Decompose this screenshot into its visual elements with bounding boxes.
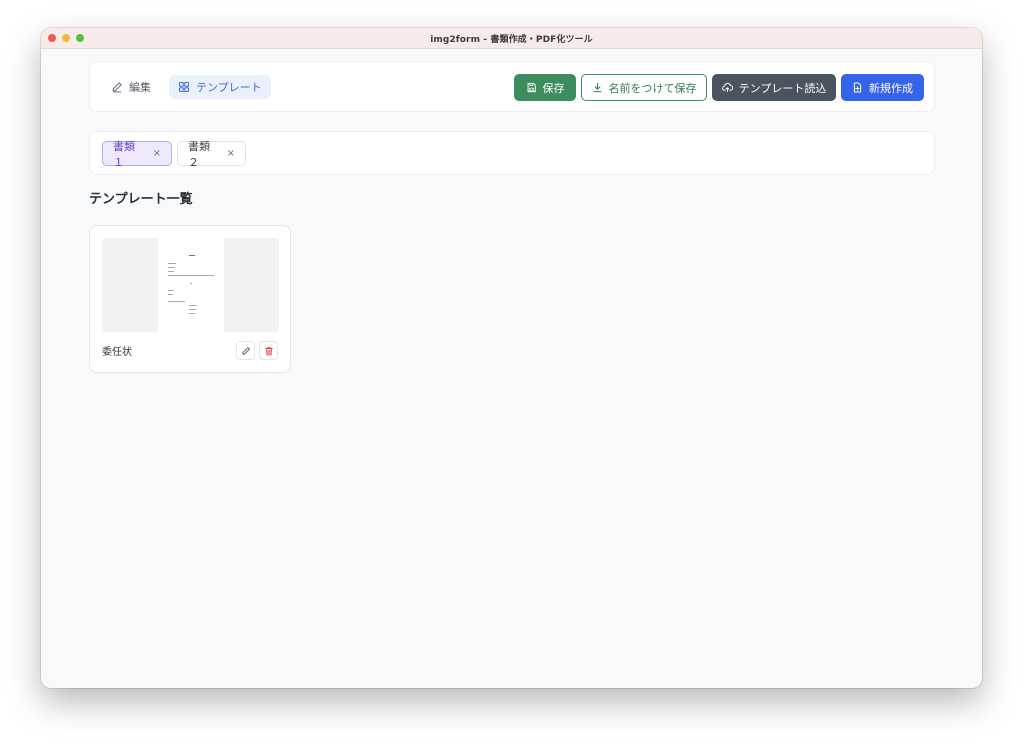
file-plus-icon: [853, 82, 862, 93]
document-tab-1[interactable]: 書類１ ×: [102, 140, 172, 169]
document-thumbnail-page: [158, 238, 224, 332]
pencil-icon: [112, 82, 122, 93]
mode-edit-label: 編集: [129, 81, 151, 94]
mode-edit-button[interactable]: 編集: [102, 75, 160, 99]
edit-template-button[interactable]: [236, 341, 255, 360]
main-toolbar: 編集 テンプレート 保存 名前をつけて保存 テンプレート読込 新規作成: [89, 61, 935, 112]
trash-icon: [264, 346, 273, 355]
title-bar: img2form - 書類作成・PDF化ツール: [41, 28, 982, 49]
app-window: img2form - 書類作成・PDF化ツール 編集 テンプレート 保存 名前を…: [41, 28, 982, 688]
save-icon: [527, 82, 536, 93]
window-controls: [48, 34, 84, 42]
grid-icon: [178, 81, 190, 93]
template-list-title: テンプレート一覧: [89, 192, 193, 207]
window-title: img2form - 書類作成・PDF化ツール: [430, 34, 593, 45]
mode-template-button[interactable]: テンプレート: [169, 75, 271, 99]
save-label: 保存: [542, 81, 565, 95]
save-button[interactable]: 保存: [514, 74, 576, 101]
document-tab-label: 書類２: [188, 139, 210, 169]
load-template-button[interactable]: テンプレート読込: [712, 74, 836, 101]
new-document-button[interactable]: 新規作成: [841, 74, 924, 101]
close-window-button[interactable]: [48, 34, 56, 42]
minimize-window-button[interactable]: [62, 34, 70, 42]
close-tab-icon[interactable]: ×: [227, 148, 235, 159]
save-as-button[interactable]: 名前をつけて保存: [581, 74, 707, 101]
template-thumbnail[interactable]: [102, 238, 279, 332]
new-document-label: 新規作成: [869, 81, 913, 95]
document-tab-bar: 書類１ × 書類２ ×: [89, 131, 935, 175]
download-icon: [593, 82, 601, 93]
delete-template-button[interactable]: [259, 341, 278, 360]
template-card[interactable]: 委任状: [89, 225, 291, 373]
document-tab-2[interactable]: 書類２ ×: [177, 140, 246, 169]
mode-template-label: テンプレート: [196, 81, 262, 94]
close-tab-icon[interactable]: ×: [153, 148, 161, 159]
cloud-upload-icon: [721, 83, 733, 93]
document-tab-label: 書類１: [113, 139, 135, 169]
pencil-icon: [241, 346, 250, 355]
template-name: 委任状: [102, 347, 132, 358]
save-as-label: 名前をつけて保存: [608, 81, 697, 95]
load-template-label: テンプレート読込: [738, 81, 827, 95]
zoom-window-button[interactable]: [76, 34, 84, 42]
